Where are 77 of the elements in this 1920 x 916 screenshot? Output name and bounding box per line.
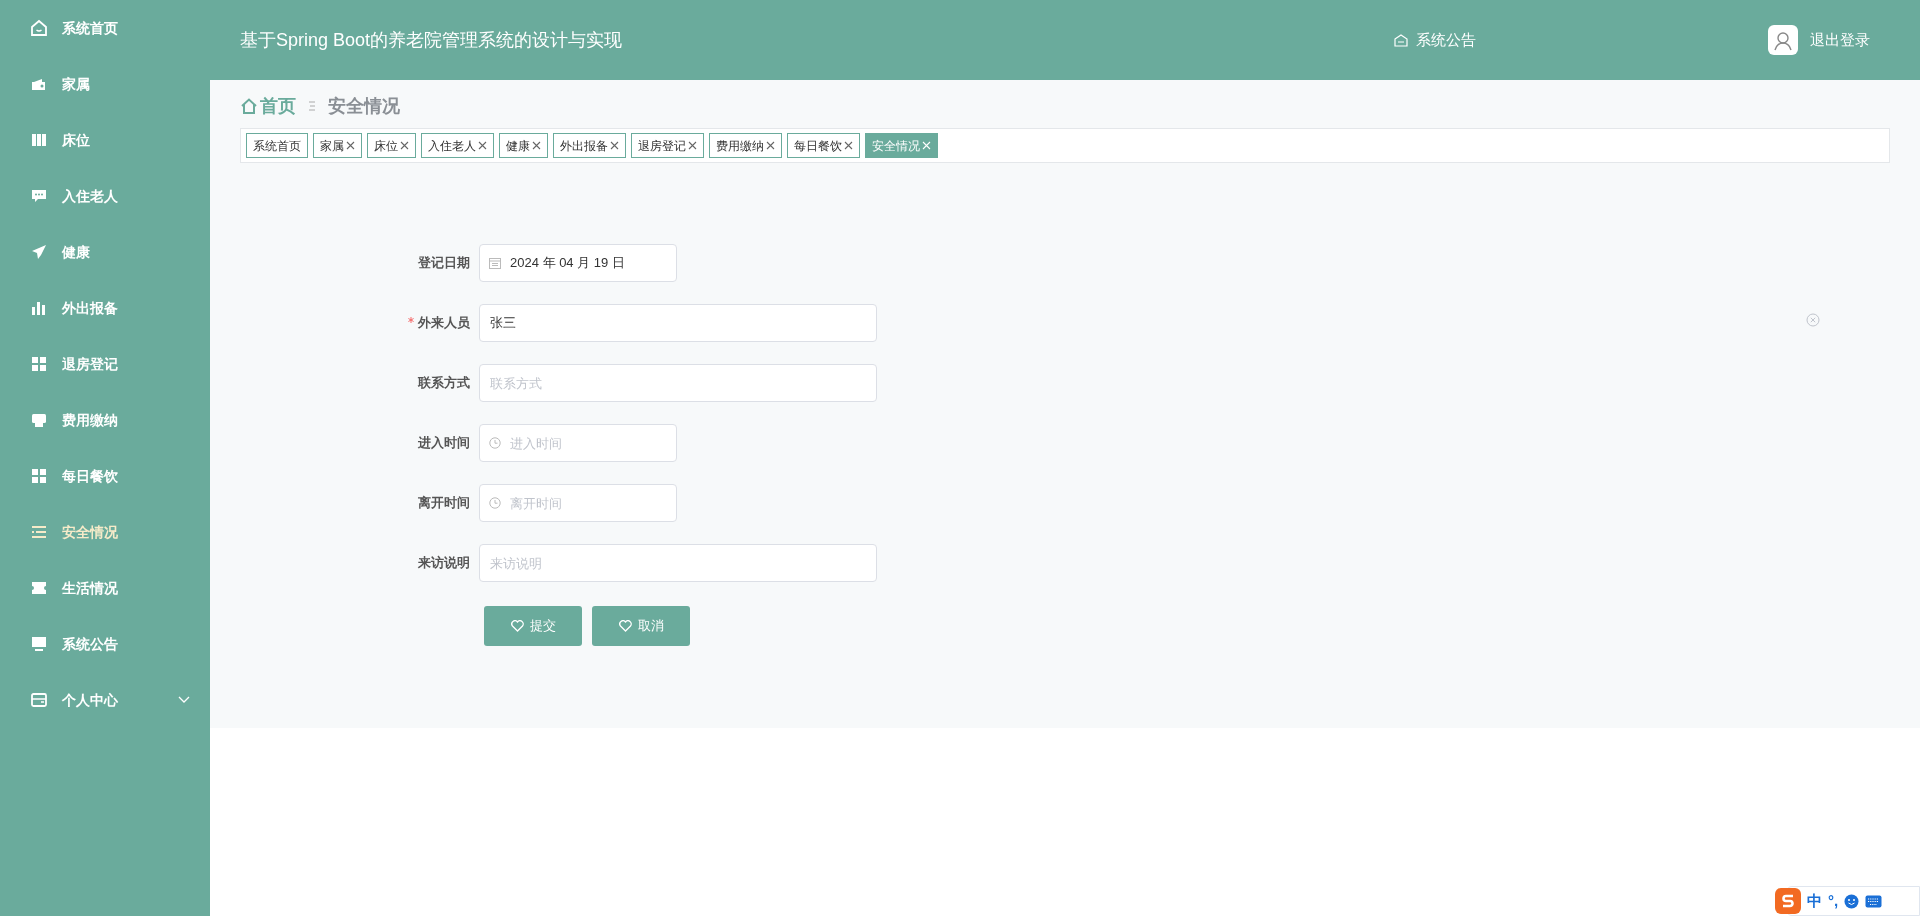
sidebar-item[interactable]: 床位	[0, 112, 210, 168]
breadcrumb-item[interactable]: 首页	[240, 92, 296, 120]
close-icon[interactable]	[844, 141, 853, 150]
sidebar-item[interactable]: 个人中心	[0, 672, 210, 728]
time-field[interactable]: 进入时间	[479, 424, 677, 462]
bars-icon	[30, 299, 48, 317]
chevron-icon	[178, 696, 190, 704]
grid-icon	[30, 355, 48, 373]
sidebar-item[interactable]: 健康	[0, 224, 210, 280]
tab[interactable]: 费用缴纳	[709, 133, 782, 158]
input-field[interactable]: 来访说明	[479, 544, 877, 582]
clock-icon	[489, 497, 501, 509]
form-button[interactable]: 提交	[484, 606, 582, 646]
input-field[interactable]: 张三	[479, 304, 877, 342]
card-icon	[30, 691, 48, 709]
calendar-icon	[489, 257, 501, 269]
tab[interactable]: 安全情况	[865, 133, 938, 158]
sidebar-item[interactable]: 退房登记	[0, 336, 210, 392]
close-icon[interactable]	[766, 141, 775, 150]
time-field[interactable]: 离开时间	[479, 484, 677, 522]
keyboard-icon[interactable]	[1865, 894, 1883, 908]
close-icon[interactable]	[478, 141, 487, 150]
sidebar-item[interactable]: 入住老人	[0, 168, 210, 224]
input-field[interactable]: 联系方式	[479, 364, 877, 402]
sidebar-item[interactable]: 家属	[0, 56, 210, 112]
breadcrumb-item[interactable]: 安全情况	[328, 92, 400, 120]
sidebar-item[interactable]: 生活情况	[0, 560, 210, 616]
tab[interactable]: 外出报备	[553, 133, 626, 158]
field-label: 离开时间	[418, 494, 470, 513]
field-label: 登记日期	[418, 254, 470, 273]
home-icon	[240, 97, 258, 115]
tab[interactable]: 床位	[367, 133, 416, 158]
ime-punctuation[interactable]: °,	[1828, 889, 1839, 913]
home-icon	[30, 19, 48, 37]
app-title: 基于Spring Boot的养老院管理系统的设计与实现	[240, 28, 623, 52]
tab[interactable]: 每日餐饮	[787, 133, 860, 158]
date-field[interactable]: 2024 年 04 月 19 日	[479, 244, 677, 282]
grid-icon	[30, 467, 48, 485]
field-label: 联系方式	[418, 374, 470, 393]
clock-icon	[489, 437, 501, 449]
sidebar-item[interactable]: 每日餐饮	[0, 448, 210, 504]
required-icon	[408, 317, 414, 323]
notice-link[interactable]: 系统公告	[1394, 28, 1476, 52]
form-button[interactable]: 取消	[592, 606, 690, 646]
notice-icon	[1394, 33, 1408, 47]
sidebar-item[interactable]: 系统首页	[0, 0, 210, 56]
close-icon[interactable]	[610, 141, 619, 150]
field-label: 进入时间	[418, 434, 470, 453]
sidebar-item[interactable]: 安全情况	[0, 504, 210, 560]
tab[interactable]: 系统首页	[246, 133, 308, 158]
heart-icon	[618, 620, 632, 632]
tab[interactable]: 健康	[499, 133, 548, 158]
sidebar-item[interactable]: 费用缴纳	[0, 392, 210, 448]
avatar-icon	[1768, 25, 1798, 55]
field-label: 来访说明	[418, 554, 470, 573]
ime-mode[interactable]: 中	[1807, 889, 1822, 913]
tab[interactable]: 退房登记	[631, 133, 704, 158]
sidebar-item[interactable]: 系统公告	[0, 616, 210, 672]
close-icon[interactable]	[688, 141, 697, 150]
field-label: 外来人员	[418, 314, 470, 333]
list-icon	[30, 523, 48, 541]
ticket-icon	[30, 579, 48, 597]
close-icon[interactable]	[346, 141, 355, 150]
logout-link[interactable]: 退出登录	[1810, 28, 1870, 52]
close-icon[interactable]	[532, 141, 541, 150]
tab[interactable]: 家属	[313, 133, 362, 158]
emoji-icon[interactable]	[1844, 893, 1860, 909]
plane-icon	[30, 243, 48, 261]
sidebar-item[interactable]: 外出报备	[0, 280, 210, 336]
close-icon[interactable]	[400, 141, 409, 150]
heart-icon	[510, 620, 524, 632]
monitor-icon	[30, 635, 48, 653]
printer-icon	[30, 411, 48, 429]
chat-icon	[30, 187, 48, 205]
columns-icon	[30, 131, 48, 149]
separator-icon	[308, 101, 316, 111]
tab[interactable]: 入住老人	[421, 133, 494, 158]
